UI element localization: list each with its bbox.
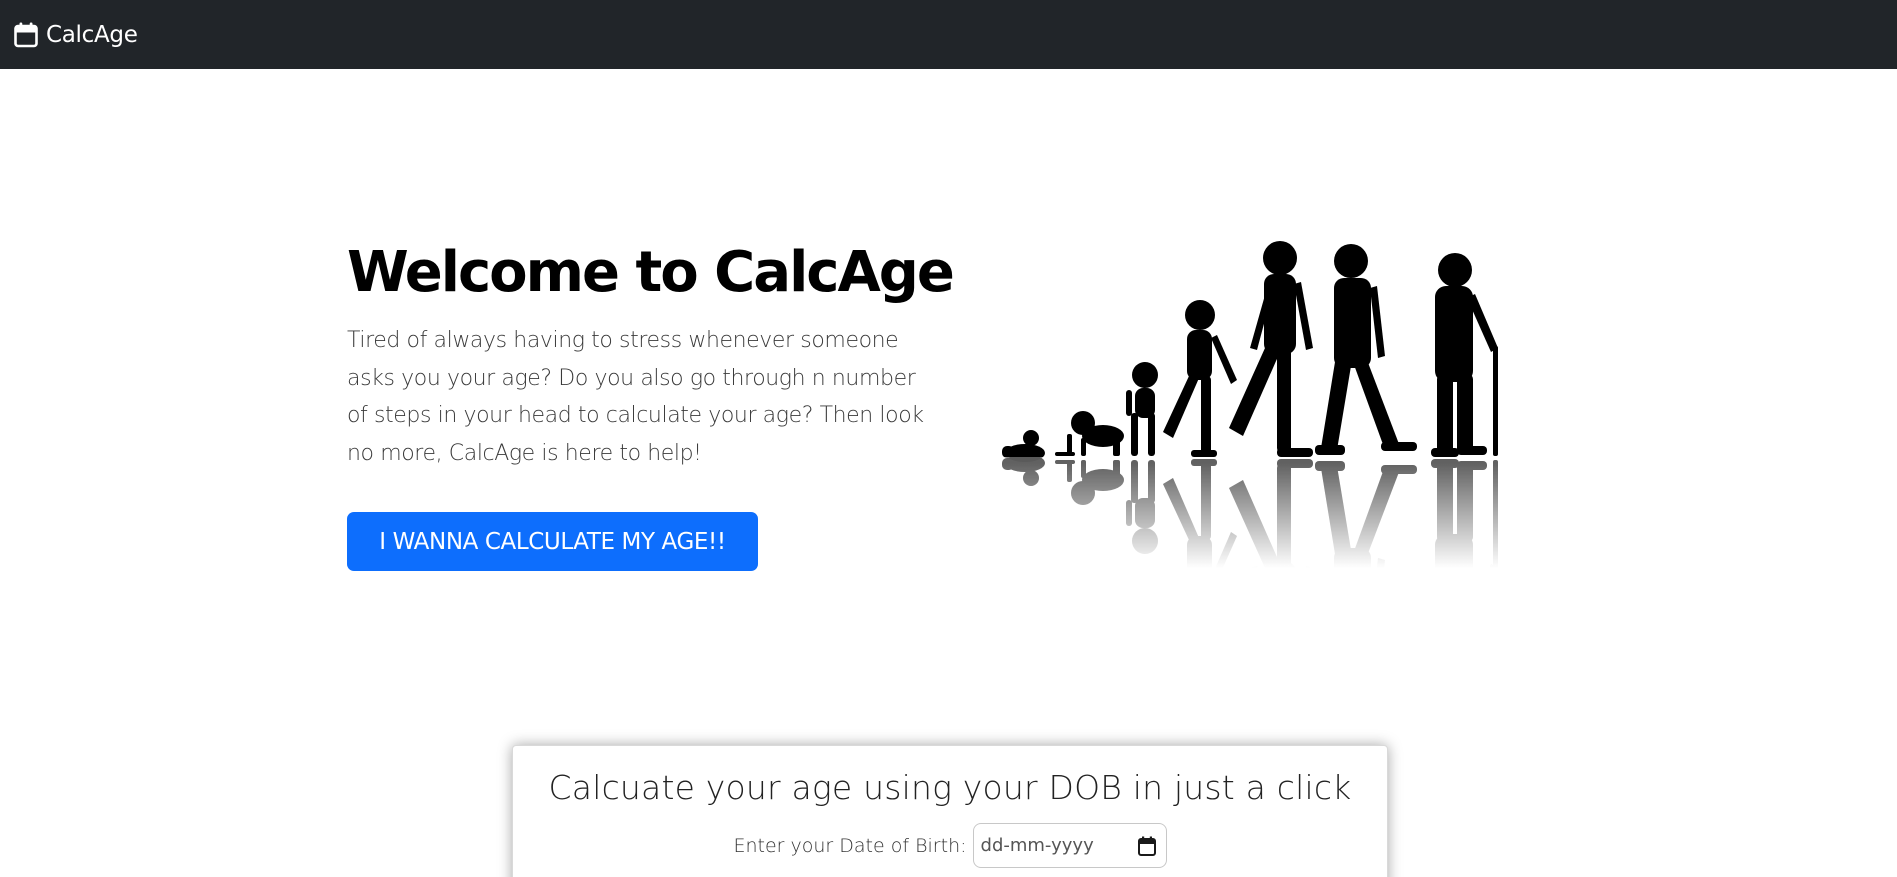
dob-row: Enter your Date of Birth: dd-mm-yyyy bbox=[513, 823, 1387, 868]
calculator-title: Calcuate your age using your DOB in just… bbox=[548, 768, 1352, 807]
dob-label: Enter your Date of Birth: bbox=[733, 834, 967, 857]
hero-title: Welcome to CalcAge bbox=[347, 240, 955, 305]
calendar-icon[interactable] bbox=[1137, 836, 1156, 856]
top-navbar: CalcAge bbox=[0, 0, 1897, 69]
calendar-icon bbox=[14, 22, 38, 47]
age-calculator-card: Calcuate your age using your DOB in just… bbox=[512, 745, 1388, 877]
hero-description: Tired of always having to stress wheneve… bbox=[347, 328, 924, 466]
brand-link[interactable]: CalcAge bbox=[14, 22, 138, 48]
human-life-stages-silhouette-image bbox=[995, 241, 1515, 568]
brand-name: CalcAge bbox=[46, 21, 138, 48]
dob-placeholder: dd-mm-yyyy bbox=[980, 835, 1094, 856]
hero-section: Welcome to CalcAge Tired of always havin… bbox=[347, 236, 955, 472]
calculate-age-button[interactable]: I WANNA CALCULATE MY AGE!! bbox=[347, 512, 758, 571]
dob-date-input[interactable]: dd-mm-yyyy bbox=[972, 823, 1167, 868]
